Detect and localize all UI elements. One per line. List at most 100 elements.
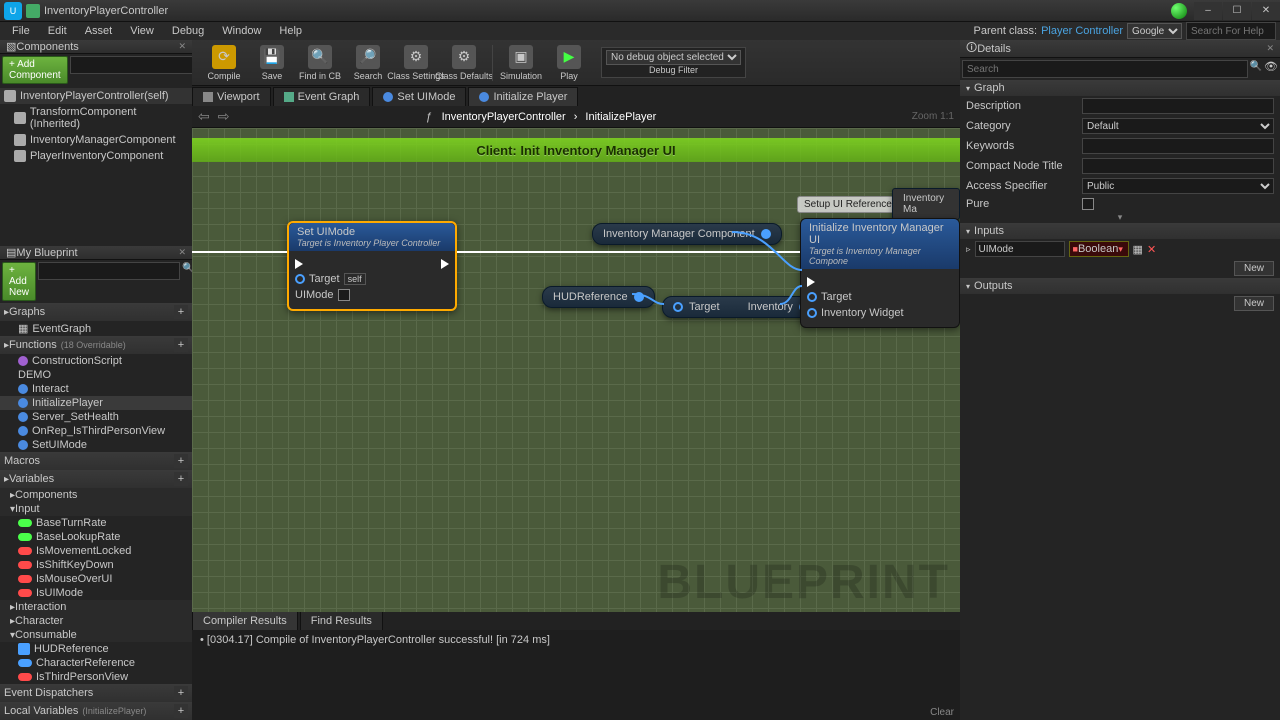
component-item[interactable]: TransformComponent (Inherited) [0, 104, 192, 132]
description-input[interactable] [1082, 98, 1274, 114]
variable-item[interactable]: IsThirdPersonView [0, 670, 192, 684]
play-button[interactable]: ▶Play [545, 43, 593, 83]
details-search-input[interactable] [962, 60, 1248, 78]
menu-view[interactable]: View [122, 24, 162, 38]
exec-in-pin[interactable] [807, 277, 815, 287]
array-icon[interactable]: ▦ [1133, 243, 1143, 256]
dispatchers-section[interactable]: Event Dispatchers+ [0, 684, 192, 702]
components-tab[interactable]: ▧ Components ✕ [0, 40, 192, 54]
node-initialize-inventory-manager-ui[interactable]: Initialize Inventory Manager UITarget is… [800, 218, 960, 328]
variable-item[interactable]: BaseLookupRate [0, 530, 192, 544]
graph-section[interactable]: ▾Graph [960, 80, 1280, 96]
target-pin[interactable] [807, 292, 817, 302]
node-get-inventory[interactable]: Target Inventory [662, 296, 820, 318]
menu-edit[interactable]: Edit [40, 24, 75, 38]
tab-viewport[interactable]: Viewport [192, 87, 271, 106]
uimode-checkbox[interactable] [338, 289, 350, 301]
class-settings-button[interactable]: ⚙Class Settings [392, 43, 440, 83]
close-icon[interactable]: ✕ [178, 247, 186, 258]
pure-checkbox[interactable] [1082, 198, 1094, 210]
component-root[interactable]: InventoryPlayerController(self) [0, 88, 192, 104]
functions-section[interactable]: ▸Functions(18 Overridable)+ [0, 336, 192, 354]
variable-item[interactable]: IsMovementLocked [0, 544, 192, 558]
plus-icon[interactable]: + [174, 454, 188, 468]
widget-pin[interactable] [807, 308, 817, 318]
maximize-button[interactable]: ☐ [1223, 2, 1251, 20]
variable-item[interactable]: IsShiftKeyDown [0, 558, 192, 572]
node-inventory-manager-component[interactable]: Inventory Manager Component [592, 223, 782, 245]
myblueprint-search-input[interactable] [38, 262, 180, 280]
remove-param-icon[interactable]: ✕ [1147, 243, 1156, 256]
tab-compiler-results[interactable]: Compiler Results [192, 611, 298, 630]
plus-icon[interactable]: + [174, 686, 188, 700]
macros-section[interactable]: Macros+ [0, 452, 192, 470]
tree-item[interactable]: ▦EventGraph [0, 321, 192, 336]
add-new-button[interactable]: + Add New [2, 262, 36, 301]
tree-item[interactable]: Interact [0, 382, 192, 396]
menu-file[interactable]: File [4, 24, 38, 38]
variables-section[interactable]: ▸Variables+ [0, 470, 192, 488]
eye-icon[interactable]: 👁 [1264, 60, 1278, 78]
nav-forward-button[interactable]: ⇨ [218, 108, 230, 125]
var-group[interactable]: ▾Input [0, 502, 192, 516]
tab-initialize-player[interactable]: Initialize Player [468, 87, 578, 106]
output-pin[interactable] [634, 292, 644, 302]
target-pin[interactable] [673, 302, 683, 312]
graph-canvas[interactable]: Client: Init Inventory Manager UI Set UI… [192, 128, 960, 612]
save-button[interactable]: 💾Save [248, 43, 296, 83]
myblueprint-tab[interactable]: ▤ My Blueprint ✕ [0, 246, 192, 260]
variable-item[interactable]: BaseTurnRate [0, 516, 192, 530]
graphs-section[interactable]: ▸Graphs+ [0, 303, 192, 321]
var-group[interactable]: ▸Components [0, 488, 192, 502]
outputs-section[interactable]: ▾Outputs [960, 278, 1280, 294]
localvars-section[interactable]: Local Variables(InitializePlayer)+ [0, 702, 192, 720]
tree-item[interactable]: Server_SetHealth [0, 410, 192, 424]
close-icon[interactable]: ✕ [1266, 43, 1274, 54]
clear-button[interactable]: Clear [930, 707, 954, 718]
component-item[interactable]: PlayerInventoryComponent [0, 148, 192, 164]
menu-asset[interactable]: Asset [77, 24, 121, 38]
breadcrumb-parent[interactable]: InventoryPlayerController [442, 111, 566, 123]
compile-button[interactable]: ⟳Compile [200, 43, 248, 83]
plus-icon[interactable]: + [174, 704, 188, 718]
variable-item[interactable]: CharacterReference [0, 656, 192, 670]
parent-class-link[interactable]: Player Controller [1041, 25, 1123, 37]
node-floating[interactable]: Inventory Ma [892, 188, 960, 220]
find-in-cb-button[interactable]: 🔍Find in CB [296, 43, 344, 83]
plus-icon[interactable]: + [174, 472, 188, 486]
variable-item[interactable]: IsMouseOverUI [0, 572, 192, 586]
plus-icon[interactable]: + [174, 305, 188, 319]
menu-help[interactable]: Help [271, 24, 310, 38]
search-engine-select[interactable]: Google [1127, 23, 1182, 39]
nav-back-button[interactable]: ⇦ [198, 108, 210, 125]
variable-item[interactable]: HUDReference [0, 642, 192, 656]
output-pin[interactable] [761, 229, 771, 239]
param-type-select[interactable]: ■ Boolean ▾ [1069, 241, 1129, 257]
tab-find-results[interactable]: Find Results [300, 611, 383, 630]
debug-object-select[interactable]: No debug object selected Debug Filter [601, 47, 746, 78]
var-group[interactable]: ▸Character [0, 614, 192, 628]
exec-in-pin[interactable] [295, 259, 303, 269]
category-select[interactable]: Default [1082, 118, 1274, 134]
close-button[interactable]: ✕ [1252, 2, 1280, 20]
source-control-icon[interactable] [1171, 3, 1187, 19]
variable-item[interactable]: IsUIMode [0, 586, 192, 600]
node-set-uimode[interactable]: Set UIModeTarget is Inventory Player Con… [287, 221, 457, 311]
menu-window[interactable]: Window [214, 24, 269, 38]
inputs-section[interactable]: ▾Inputs [960, 223, 1280, 239]
expand-icon[interactable]: ▾ [960, 212, 1280, 223]
close-icon[interactable]: ✕ [178, 41, 186, 52]
var-group[interactable]: ▸Interaction [0, 600, 192, 614]
compact-title-input[interactable] [1082, 158, 1274, 174]
exec-out-pin[interactable] [441, 259, 449, 269]
tab-event-graph[interactable]: Event Graph [273, 87, 371, 106]
simulation-button[interactable]: ▣Simulation [497, 43, 545, 83]
minimize-button[interactable]: – [1194, 2, 1222, 20]
menu-debug[interactable]: Debug [164, 24, 212, 38]
target-pin[interactable] [295, 274, 305, 284]
tree-item[interactable]: ConstructionScript [0, 354, 192, 368]
var-group[interactable]: ▾Consumable [0, 628, 192, 642]
component-item[interactable]: InventoryManagerComponent [0, 132, 192, 148]
plus-icon[interactable]: + [174, 338, 188, 352]
search-icon[interactable] [1250, 60, 1262, 78]
